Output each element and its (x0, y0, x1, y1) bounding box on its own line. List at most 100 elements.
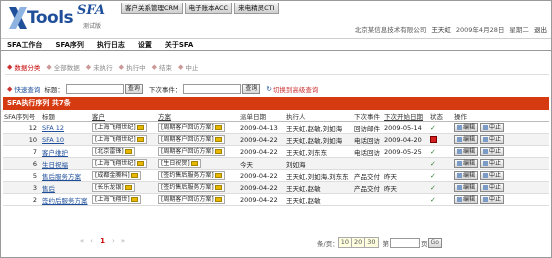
stop-button[interactable]: 中止 (480, 183, 505, 192)
edit-button[interactable]: 编辑 (454, 135, 479, 144)
page-input[interactable] (390, 237, 421, 248)
row-customer: [成都金腾科] (91, 169, 157, 182)
app-window: Tools SFA 测试版 客户关系管理CRM 电子账本ACC 来电精灵CTI … (0, 0, 552, 258)
customer-select[interactable]: [上海飞翔世纪] (92, 123, 147, 132)
customer-select[interactable]: [上海飞翔世纪] (92, 159, 147, 168)
col-executor[interactable]: 执行人 (285, 111, 353, 122)
edit-button[interactable]: 编辑 (454, 195, 479, 204)
logo-sub: 测试版 (83, 23, 102, 30)
next-event-input[interactable] (183, 84, 242, 94)
edit-label: 编辑 (463, 136, 476, 143)
advanced-search-link[interactable]: 切换到高级查询 (273, 84, 319, 94)
edit-button[interactable]: 编辑 (454, 159, 479, 168)
col-title[interactable]: 标题 (41, 111, 91, 122)
tab-data-category[interactable]: 数据分类 (14, 62, 40, 72)
row-idx: 3 (3, 181, 41, 194)
stop-button[interactable]: 中止 (480, 135, 505, 144)
row-executor: 王天虹,赵敏,刘如海 (285, 121, 353, 134)
plan-select[interactable]: [周期客户回访方案] (158, 147, 225, 156)
edit-button[interactable]: 编辑 (454, 147, 479, 156)
plan-select[interactable]: [生日祝贺] (158, 159, 201, 168)
table-row[interactable]: 10 SFA 10 [上海飞翔世纪] [周期客户回访方案] 2009-04-22 王天虹,… (3, 133, 549, 146)
next-page-icon[interactable]: › (112, 237, 115, 245)
edit-button[interactable]: 编辑 (454, 123, 479, 132)
edit-button[interactable]: 编辑 (454, 171, 479, 180)
table-row[interactable]: 7 客户维护 [北京雷锋] [周期客户回访方案] 2009-04-22 王天虹,刘东东 电话… (3, 145, 549, 158)
row-status: ✓ (429, 193, 453, 206)
row-title-link[interactable]: 生日祝福 (42, 161, 68, 169)
plan-select[interactable]: [周期客户回访方案] (158, 195, 225, 204)
pagesize-10[interactable]: 10 (337, 237, 352, 248)
pagesize-20[interactable]: 20 (350, 237, 366, 248)
top-tab-cti[interactable]: 来电精灵CTI (234, 3, 279, 14)
table-row[interactable]: 5 售后服务方案 [成都金腾科] [签约售后服务方案] 2009-04-22 王天虹,刘如… (3, 169, 549, 182)
customer-value: 成都金腾科 (97, 172, 128, 179)
row-next-date: 昨天 (383, 181, 429, 194)
row-customer: [北京雷锋] (91, 145, 157, 158)
menu-about[interactable]: 关于SFA (165, 40, 193, 50)
stop-label: 中止 (489, 196, 502, 203)
pagesize-30[interactable]: 30 (364, 237, 379, 248)
current-page[interactable]: 1 (100, 237, 105, 245)
col-idx[interactable]: SFA序列号 (3, 111, 41, 122)
col-plan[interactable]: 方案 (157, 111, 239, 122)
first-page-icon[interactable]: « (80, 237, 84, 245)
diamond-icon: ◆ (7, 63, 13, 71)
stop-button[interactable]: 中止 (480, 123, 505, 132)
col-next-date[interactable]: 下次开始日期 (383, 111, 429, 122)
stop-button[interactable]: 中止 (480, 171, 505, 180)
plan-select[interactable]: [周期客户回访方案] (158, 135, 225, 144)
menu-settings[interactable]: 设置 (138, 40, 152, 50)
plan-select[interactable]: [周期客户回访方案] (158, 123, 225, 132)
col-customer[interactable]: 客户 (91, 111, 157, 122)
row-title-link[interactable]: 售后服务方案 (42, 173, 81, 181)
user-name[interactable]: 王天虹 (431, 26, 451, 34)
stop-button[interactable]: 中止 (480, 147, 505, 156)
tab-not-executed[interactable]: 未执行 (93, 62, 113, 72)
table-row[interactable]: 3 售后 [长乐龙银] [签约售后服务方案] 2009-04-22 王天虹,赵敏 产品交付昨… (3, 181, 549, 194)
logout-link[interactable]: 退出 (534, 26, 547, 34)
top-tabs: 客户关系管理CRM 电子账本ACC 来电精灵CTI (121, 3, 281, 14)
top-tab-crm[interactable]: 客户关系管理CRM (121, 3, 183, 14)
col-date[interactable]: 派单日期 (239, 111, 285, 122)
menubar: SFA工作台 SFA序列 执行日志 设置 关于SFA (1, 38, 551, 51)
query-button-2[interactable]: 查询 (242, 84, 261, 94)
row-idx: 5 (3, 169, 41, 182)
customer-select[interactable]: [长乐龙银] (92, 183, 135, 192)
tab-finished[interactable]: 结束 (159, 62, 172, 72)
row-ops: 编辑 中止 (453, 121, 549, 134)
last-page-icon[interactable]: » (121, 237, 125, 245)
plan-select[interactable]: [签约售后服务方案] (158, 183, 225, 192)
edit-icon (457, 149, 462, 154)
customer-select[interactable]: [北京雷锋] (92, 147, 135, 156)
customer-select[interactable]: [上海飞翔世] (92, 195, 141, 204)
table-row[interactable]: 12 SFA 12 [上海飞翔世纪] [周期客户回访方案] 2009-04-13 王天虹,… (3, 121, 549, 134)
title-input[interactable] (65, 84, 124, 94)
row-title-link[interactable]: 客户维护 (42, 149, 68, 157)
col-next-event[interactable]: 下次事件 (353, 111, 383, 122)
table-row[interactable]: 6 生日祝福 [上海飞翔世纪] [生日祝贺] 今天 刘如海 ✓ 编辑 中止 (3, 157, 549, 170)
row-title-link[interactable]: SFA 12 (42, 124, 64, 132)
tab-stopped[interactable]: 中止 (185, 62, 198, 72)
customer-select[interactable]: [成都金腾科] (92, 171, 141, 180)
customer-select[interactable]: [上海飞翔世纪] (92, 135, 147, 144)
table-row[interactable]: 2 签约后服务方案 [上海飞翔世] [周期客户回访方案] 2009-04-22 王天虹,赵… (3, 193, 549, 206)
tab-all[interactable]: 全部数据 (54, 62, 80, 72)
menu-workbench[interactable]: SFA工作台 (7, 40, 42, 50)
stop-button[interactable]: 中止 (480, 195, 505, 204)
plan-select[interactable]: [签约售后服务方案] (158, 171, 225, 180)
top-tab-acc[interactable]: 电子账本ACC (184, 3, 233, 14)
row-title-link[interactable]: 签约后服务方案 (42, 197, 88, 205)
menu-log[interactable]: 执行日志 (97, 40, 125, 50)
stop-button[interactable]: 中止 (480, 159, 505, 168)
row-title-link[interactable]: 售后 (42, 185, 55, 193)
edit-button[interactable]: 编辑 (454, 183, 479, 192)
col-status[interactable]: 状态 (429, 111, 453, 122)
tab-executing[interactable]: 执行中 (126, 62, 146, 72)
list-title-bar: SFA执行序列 共7条 (3, 97, 549, 110)
menu-sequence[interactable]: SFA序列 (55, 40, 83, 50)
prev-page-icon[interactable]: ‹ (90, 237, 93, 245)
query-button[interactable]: 查询 (124, 84, 143, 94)
row-title-link[interactable]: SFA 10 (42, 136, 64, 144)
go-button[interactable]: Go (427, 237, 442, 248)
